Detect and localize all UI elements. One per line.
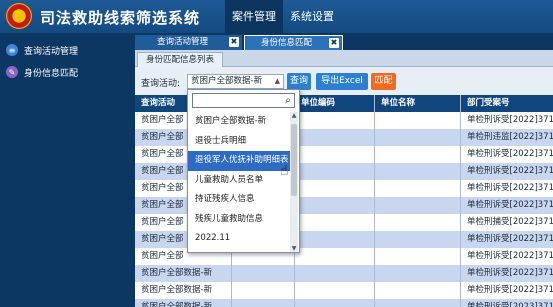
table-cell: 贫困户全部数据-新 xyxy=(135,265,232,282)
tab-bar: 查询活动管理 ✖ 身份信息匹配 ✖ xyxy=(135,33,553,50)
table-row[interactable]: 贫困户全部数据-新 单检刑诉受[2023]3717 xyxy=(135,299,553,307)
table-cell: 单检刑诉受[2022]3717 xyxy=(467,285,553,295)
table-cell: 单检刑诉受[2022]3717 xyxy=(467,251,553,261)
scrollbar-thumb[interactable] xyxy=(291,124,297,196)
table-cell xyxy=(295,180,375,197)
dropdown-option[interactable]: 2022.10 xyxy=(188,249,291,253)
table-cell xyxy=(375,248,461,265)
table-cell: 单检刑诉受[2023]3717 xyxy=(467,302,553,307)
close-icon[interactable]: ✖ xyxy=(229,37,239,47)
column-header[interactable]: 单位名称 xyxy=(375,95,461,112)
dropdown-scrollbar[interactable]: ▲ ▼ xyxy=(290,112,298,252)
export-excel-button[interactable]: 导出Excel xyxy=(316,73,368,90)
pencil-icon: ✎ xyxy=(6,66,18,78)
tab-label: 身份信息匹配 xyxy=(261,38,313,48)
column-header[interactable]: 单位编码 xyxy=(295,95,375,112)
nav-case-management[interactable]: 案件管理 xyxy=(225,0,283,33)
table-cell xyxy=(295,265,375,282)
sidebar-item-label: 身份信息匹配 xyxy=(24,68,79,79)
tab-identity-match[interactable]: 身份信息匹配 ✖ xyxy=(244,35,343,50)
table-cell xyxy=(375,265,461,282)
table-cell: 单检刑诉受[2022]3717 xyxy=(467,183,553,193)
table-cell: 贫困户全部数据-新 xyxy=(135,282,232,299)
table-cell xyxy=(375,163,461,180)
table-cell: 单检刑诉受[2022]3717 xyxy=(467,234,553,244)
table-cell xyxy=(295,129,375,146)
chevron-up-icon: ▲ xyxy=(274,77,280,85)
court-emblem-logo xyxy=(6,3,32,29)
table-cell xyxy=(295,163,375,180)
table-cell xyxy=(375,299,461,307)
table-cell xyxy=(232,265,295,282)
table-cell xyxy=(295,146,375,163)
select-value: 贫困户全部数据-新 xyxy=(191,76,263,86)
app-title: 司法救助线索筛选系统 xyxy=(40,9,201,27)
scroll-up-icon[interactable]: ▲ xyxy=(290,112,298,119)
dropdown-search-input[interactable]: ⌕ xyxy=(192,93,295,108)
table-cell: 单检刑诉受[2022]3717 xyxy=(467,268,553,278)
dropdown-option[interactable]: 贫困户全部数据-新 xyxy=(188,112,291,132)
table-cell xyxy=(295,112,375,129)
sidebar: ≡ 查询活动管理 ✎ 身份信息匹配 xyxy=(0,33,135,307)
subtab-match-list[interactable]: 身份匹配信息列表 xyxy=(137,52,224,67)
table-cell xyxy=(375,214,461,231)
table-cell xyxy=(295,248,375,265)
subtab-bar: 身份匹配信息列表 xyxy=(135,50,553,67)
app-header: 司法救助线索筛选系统 案件管理 系统设置 xyxy=(0,0,553,33)
dropdown-options: 贫困户全部数据-新 退役士兵明细 退役军人优抚补助明细表 儿童救助人员名单 持证残疾人信… xyxy=(188,112,291,252)
tab-label: 查询活动管理 xyxy=(157,37,209,47)
dropdown-option[interactable]: 儿童救助人员名单 xyxy=(188,171,291,191)
table-cell: 单检刑违监[2022]3717 xyxy=(467,132,553,142)
query-activity-label: 查询活动: xyxy=(141,79,181,89)
nav-system-settings[interactable]: 系统设置 xyxy=(283,0,341,33)
table-cell: 单检刑诉受[2022]3717 xyxy=(467,149,553,159)
column-header[interactable]: 部门受案号 xyxy=(461,95,553,112)
table-cell xyxy=(375,129,461,146)
table-cell xyxy=(295,299,375,307)
table-cell: 贫困户全部数据-新 xyxy=(135,299,232,307)
table-cell xyxy=(375,180,461,197)
table-cell xyxy=(232,299,295,307)
table-cell xyxy=(375,146,461,163)
sidebar-item-query-activity[interactable]: ≡ 查询活动管理 xyxy=(0,39,135,61)
table-cell xyxy=(295,231,375,248)
scroll-down-icon[interactable]: ▼ xyxy=(290,245,298,252)
sidebar-item-label: 查询活动管理 xyxy=(24,46,79,57)
table-cell xyxy=(295,197,375,214)
table-cell xyxy=(375,282,461,299)
close-icon[interactable]: ✖ xyxy=(329,38,339,48)
tab-query-activity[interactable]: 查询活动管理 ✖ xyxy=(135,35,242,50)
table-row[interactable]: 贫困户全部数据-新 单检刑诉受[2022]3717 xyxy=(135,265,553,282)
table-cell xyxy=(375,231,461,248)
table-row[interactable]: 贫困户全部数据-新 单检刑诉受[2022]3717 xyxy=(135,282,553,299)
table-cell: 单检刑诉受[2022]3717 xyxy=(467,166,553,176)
table-cell: 单检刑诉受[2022]3717 xyxy=(467,115,553,125)
match-button[interactable]: 匹配 xyxy=(371,73,396,90)
sidebar-item-identity-match[interactable]: ✎ 身份信息匹配 xyxy=(0,61,135,83)
table-cell: 单检刑捕受[2022]3717 xyxy=(467,217,553,227)
table-cell xyxy=(295,214,375,231)
table-cell xyxy=(232,282,295,299)
dropdown-option[interactable]: 持证残疾人信息 xyxy=(188,190,291,210)
table-cell xyxy=(375,112,461,129)
table-cell: 单检刑诉受[2022]3717 xyxy=(467,200,553,210)
document-icon: ≡ xyxy=(6,44,18,56)
top-nav: 案件管理 系统设置 xyxy=(225,0,341,33)
query-button[interactable]: 查询 xyxy=(287,73,311,90)
dropdown-option[interactable]: 残疾儿童救助信息 xyxy=(188,210,291,230)
query-activity-select[interactable]: 贫困户全部数据-新 ▲ xyxy=(187,74,284,89)
dropdown-option[interactable]: 退役军人优抚补助明细表 xyxy=(188,151,291,171)
search-icon: ⌕ xyxy=(285,95,291,106)
dropdown-option[interactable]: 退役士兵明细 xyxy=(188,132,291,152)
table-cell xyxy=(295,282,375,299)
dropdown-option[interactable]: 2022.11 xyxy=(188,229,291,249)
table-cell xyxy=(375,197,461,214)
hand-cursor-icon: ☝ xyxy=(280,163,289,179)
